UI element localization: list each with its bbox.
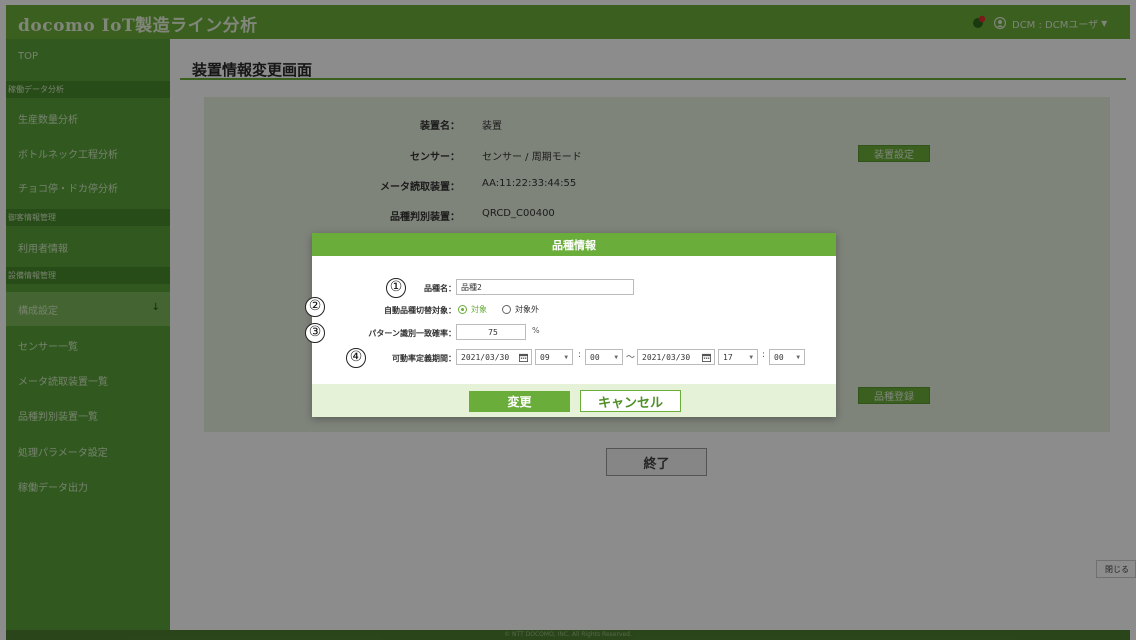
end-date-input[interactable]: 2021/03/30 xyxy=(637,349,715,365)
end-min-value: 00 xyxy=(774,352,784,362)
period-label: 可動率定義期間： xyxy=(392,354,456,363)
end-hour-value: 17 xyxy=(723,352,733,362)
auto-switch-label: 自動品種切替対象： xyxy=(384,306,456,315)
colon-sep-1: : xyxy=(578,350,582,360)
radio-target[interactable]: 対象 xyxy=(458,304,487,315)
radio-non-target[interactable]: 対象外 xyxy=(502,304,539,315)
app-root: docomo IoT製造ライン分析 DCM : DCMユーザ ▼ TOP 稼働デ… xyxy=(0,0,1136,640)
radio-target-dot xyxy=(458,305,467,314)
end-date-value: 2021/03/30 xyxy=(642,352,691,362)
end-min-select[interactable]: 00 ▼ xyxy=(769,349,805,365)
chevron-down-icon: ▼ xyxy=(564,354,568,361)
annotation-number-3: ③ xyxy=(305,323,325,343)
modal-footer xyxy=(312,384,836,417)
pattern-label: パターン識別一致確率： xyxy=(368,329,456,338)
range-tilde: ～ xyxy=(626,353,636,363)
chevron-down-icon: ▼ xyxy=(749,354,753,361)
start-hour-select[interactable]: 09 ▼ xyxy=(535,349,573,365)
product-name-label: 品種名： xyxy=(424,284,456,293)
cancel-button[interactable]: キャンセル xyxy=(580,390,681,412)
radio-target-label: 対象 xyxy=(471,305,487,314)
pattern-match-input[interactable]: 75 xyxy=(456,324,526,340)
modal-title: 品種情報 xyxy=(312,233,836,256)
start-date-input[interactable]: 2021/03/30 xyxy=(456,349,532,365)
start-hour-value: 09 xyxy=(540,352,550,362)
start-min-value: 00 xyxy=(590,352,600,362)
pattern-unit: % xyxy=(532,326,540,335)
radio-non-target-label: 対象外 xyxy=(515,305,539,314)
start-date-value: 2021/03/30 xyxy=(461,352,510,362)
start-min-select[interactable]: 00 ▼ xyxy=(585,349,623,365)
change-button[interactable]: 変更 xyxy=(469,391,570,412)
chevron-down-icon: ▼ xyxy=(614,354,618,361)
radio-non-target-dot xyxy=(502,305,511,314)
product-info-modal: 品種情報 ① 品種名： 品種2 ② 自動品種切替対象： 対象 対象外 ③ パター… xyxy=(305,233,836,417)
product-name-input[interactable]: 品種2 xyxy=(456,279,634,295)
calendar-icon[interactable] xyxy=(519,353,528,362)
calendar-icon[interactable] xyxy=(702,353,711,362)
colon-sep-2: : xyxy=(762,350,766,360)
annotation-number-2: ② xyxy=(305,297,325,317)
end-hour-select[interactable]: 17 ▼ xyxy=(718,349,758,365)
chevron-down-icon: ▼ xyxy=(796,354,800,361)
